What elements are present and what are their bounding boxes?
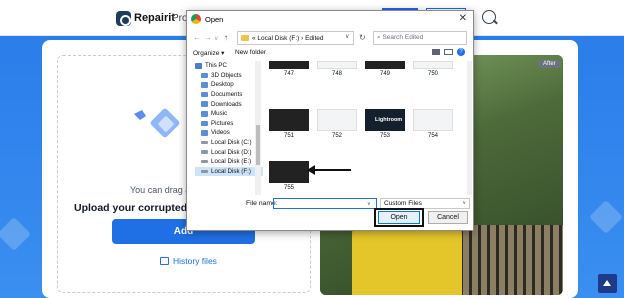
lightroom-label: Lightroom — [375, 117, 403, 123]
sidebar-item-label: Local Disk (D:) — [211, 148, 252, 156]
file-thumbnail[interactable] — [269, 109, 309, 131]
dialog-title: Open — [205, 15, 224, 24]
folder-icon — [241, 35, 249, 41]
history-files-link[interactable]: History files — [160, 256, 217, 266]
sidebar-item[interactable]: Local Disk (C:) — [195, 138, 263, 148]
sidebar-item[interactable]: Videos — [195, 128, 263, 138]
videos-icon — [201, 130, 208, 136]
sidebar-item-label: Desktop — [211, 81, 234, 89]
drive-icon — [201, 169, 208, 174]
file-thumbnail[interactable] — [413, 109, 453, 131]
file-thumbnail[interactable] — [317, 109, 357, 131]
sidebar-item-label: 3D Objects — [211, 71, 242, 79]
dialog-title-bar: Open ✕ — [187, 11, 473, 28]
file-name-caption[interactable]: 754 — [413, 133, 453, 139]
chevron-down-icon: ∨ — [462, 200, 466, 206]
open-file-dialog: Open ✕ ← → ∨ ↑ « Local Disk (F:) › Edite… — [186, 10, 474, 231]
desktop-icon — [201, 82, 208, 88]
file-name-dropdown-icon[interactable]: ∨ — [367, 201, 371, 207]
sidebar-item[interactable]: This PC — [195, 61, 263, 71]
file-name-caption[interactable]: 752 — [317, 133, 357, 139]
upload-title: Upload your corrupted ph — [74, 202, 203, 214]
file-name-caption[interactable]: 751 — [269, 133, 309, 139]
file-thumbnail[interactable] — [365, 61, 405, 69]
address-path-field[interactable]: « Local Disk (F:) › Edited — [237, 31, 354, 45]
annotation-arrow-icon — [307, 165, 351, 175]
sidebar-item-label: Music — [211, 110, 228, 118]
sidebar-item[interactable]: Desktop — [195, 80, 263, 90]
new-folder-button[interactable]: New folder — [235, 49, 266, 56]
file-name-caption[interactable]: 749 — [365, 71, 405, 77]
drive-icon — [201, 150, 208, 154]
search-placeholder: Search Edited — [382, 34, 424, 41]
file-grid-scrollbar[interactable] — [467, 61, 472, 195]
sidebar-item-label: Downloads — [211, 100, 242, 108]
view-options-icon[interactable] — [432, 49, 440, 55]
sidebar-item-label: Documents — [211, 91, 243, 99]
pc-icon — [195, 63, 202, 69]
sidebar-item-label: Pictures — [211, 119, 234, 127]
refresh-icon[interactable]: ↻ — [359, 33, 366, 42]
forward-arrow-icon[interactable]: → — [204, 33, 212, 42]
sidebar-item[interactable]: Local Disk (F:) — [195, 166, 263, 177]
search-icon[interactable] — [482, 10, 496, 24]
file-thumbnail[interactable] — [413, 61, 453, 69]
file-thumbnail[interactable] — [269, 61, 309, 69]
file-name-input[interactable] — [273, 198, 377, 209]
sidebar-item-label: Videos — [211, 129, 230, 137]
search-field[interactable]: ⌕ Search Edited — [373, 31, 467, 45]
sidebar-item[interactable]: Documents — [195, 90, 263, 100]
sidebar-item[interactable]: Local Disk (E:) — [195, 157, 263, 167]
folder-3d-icon — [201, 72, 208, 79]
file-thumbnail[interactable] — [317, 61, 357, 69]
sidebar-item-label: Local Disk (F:) — [211, 167, 251, 175]
address-bar-row: ← → ∨ ↑ « Local Disk (F:) › Edited ∨ ↻ ⌕… — [187, 29, 473, 47]
cancel-button[interactable]: Cancel — [428, 211, 468, 224]
recent-dropdown-icon[interactable]: ∨ — [214, 35, 218, 42]
close-icon[interactable]: ✕ — [459, 13, 467, 24]
sidebar-item-label: Local Disk (E:) — [211, 158, 252, 166]
repairit-logo-icon[interactable] — [116, 11, 131, 26]
file-name-caption[interactable]: 750 — [413, 71, 453, 77]
up-arrow-icon[interactable]: ↑ — [224, 33, 228, 42]
open-button-highlight — [374, 208, 424, 227]
navigation-scrollbar[interactable] — [255, 61, 261, 195]
navigation-pane: This PC 3D Objects Desktop Documents Downloa… — [195, 61, 263, 195]
upload-illustration-icon — [134, 108, 180, 138]
brand-name[interactable]: Repairit — [134, 12, 175, 24]
scroll-to-top-button[interactable] — [598, 274, 617, 293]
file-name-caption[interactable]: 747 — [269, 71, 309, 77]
pictures-icon — [201, 120, 208, 127]
music-icon — [201, 111, 208, 117]
sidebar-item[interactable]: Pictures — [195, 119, 263, 129]
sidebar-item-label: Local Disk (C:) — [211, 139, 252, 147]
history-folder-icon — [160, 257, 169, 265]
file-thumbnail[interactable] — [269, 161, 309, 183]
sidebar-item[interactable]: Local Disk (D:) — [195, 147, 263, 157]
file-name-caption[interactable]: 755 — [269, 185, 309, 191]
preview-pane-icon[interactable] — [444, 49, 453, 55]
dialog-toolbar: Organize ▾ New folder ? — [187, 48, 473, 60]
sidebar-item[interactable]: 3D Objects — [195, 71, 263, 81]
organize-menu[interactable]: Organize ▾ — [193, 49, 224, 57]
back-arrow-icon[interactable]: ← — [193, 33, 201, 42]
drive-icon — [201, 159, 208, 164]
file-name-caption[interactable]: 748 — [317, 71, 357, 77]
address-path: « Local Disk (F:) › Edited — [252, 34, 324, 42]
sidebar-item[interactable]: Downloads — [195, 99, 263, 109]
help-icon[interactable]: ? — [457, 48, 465, 56]
drive-icon — [201, 140, 208, 145]
documents-icon — [201, 91, 208, 98]
address-dropdown-icon[interactable]: ∨ — [345, 33, 349, 40]
file-type-value: Custom Files — [384, 200, 422, 207]
downloads-icon — [201, 101, 208, 107]
sidebar-item[interactable]: Music — [195, 109, 263, 119]
chrome-icon — [191, 14, 201, 24]
file-name-caption[interactable]: 753 — [365, 133, 405, 139]
file-grid: 747 748 749 750 751 752 Lightroom 753 754 755 — [269, 61, 465, 201]
history-files-label: History files — [173, 256, 217, 266]
sidebar-item-label: This PC — [205, 62, 228, 70]
after-badge: After — [538, 60, 561, 68]
